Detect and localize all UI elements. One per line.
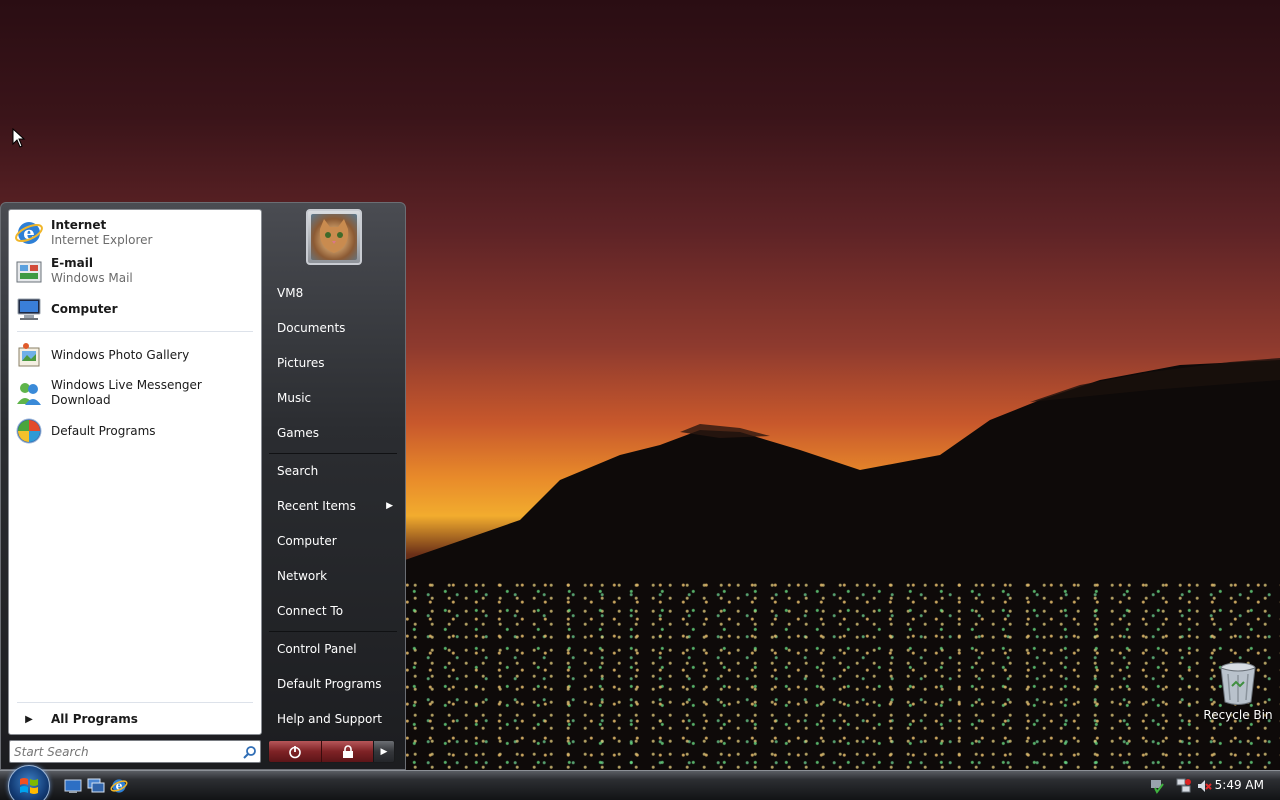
default-programs-icon: [13, 415, 45, 447]
right-pane-label: Search: [277, 464, 319, 478]
right-pane-label: Default Programs: [277, 677, 382, 691]
pinned-item-computer[interactable]: Computer: [13, 291, 257, 327]
tray-safely-remove-hardware[interactable]: [1148, 777, 1166, 795]
arrow-right-icon: ▶: [380, 746, 388, 757]
power-button[interactable]: [269, 741, 321, 762]
right-pane-label: Computer: [277, 534, 337, 548]
right-pane-games[interactable]: Games: [269, 419, 399, 447]
all-programs-button[interactable]: ▶ All Programs: [13, 708, 257, 730]
chevron-right-icon: ▶: [386, 501, 393, 511]
right-pane-label: Music: [277, 391, 312, 405]
switch-windows-button[interactable]: [86, 776, 106, 796]
pinned-item-internet[interactable]: e Internet Internet Explorer: [13, 215, 257, 251]
right-pane-control-panel[interactable]: Control Panel: [269, 635, 399, 663]
lock-button[interactable]: [321, 741, 373, 762]
pinned-item-title: Computer: [51, 301, 118, 316]
right-pane-label: Connect To: [277, 604, 344, 618]
search-icon[interactable]: [240, 742, 260, 762]
right-pane-music[interactable]: Music: [269, 384, 399, 412]
all-programs-separator: [17, 702, 253, 703]
right-pane-label: Recent Items: [277, 499, 356, 513]
switch-windows-icon: [87, 778, 105, 793]
right-pane-network[interactable]: Network: [269, 562, 399, 590]
recent-item-title: Windows Live Messenger Download: [51, 378, 202, 407]
computer-icon: [13, 293, 45, 325]
show-desktop-icon: [64, 779, 82, 793]
right-pane-recent-items[interactable]: Recent Items ▶: [269, 492, 399, 520]
pinned-item-email[interactable]: E-mail Windows Mail: [13, 253, 257, 289]
messenger-icon: [13, 377, 45, 409]
right-pane-computer[interactable]: Computer: [269, 527, 399, 555]
power-icon: [289, 745, 301, 758]
right-pane-pictures[interactable]: Pictures: [269, 349, 399, 377]
city-lights: [405, 580, 1280, 770]
cat-avatar-icon: [311, 214, 357, 260]
start-menu: e Internet Internet Explorer E-mail Wind…: [0, 202, 406, 770]
start-menu-programs-pane: e Internet Internet Explorer E-mail Wind…: [8, 209, 262, 735]
taskbar: e 5:49 AM: [0, 765, 1280, 800]
right-pane-label: Help and Support: [277, 712, 382, 726]
start-search-box[interactable]: [9, 740, 261, 763]
pinned-separator: [17, 331, 253, 332]
windows-mail-icon: [13, 255, 45, 287]
recycle-bin[interactable]: Recycle Bin: [1203, 660, 1273, 730]
right-pane-connect-to[interactable]: Connect To: [269, 597, 399, 625]
right-pane-label: VM8: [277, 286, 304, 300]
internet-explorer-icon: e: [110, 779, 128, 793]
right-pane-label: Control Panel: [277, 642, 357, 656]
right-pane-label: Pictures: [277, 356, 325, 370]
taskbar-clock[interactable]: 5:49 AM: [1215, 778, 1264, 792]
start-button[interactable]: [8, 765, 50, 800]
pinned-item-title: Internet: [51, 218, 107, 232]
right-pane-default-programs[interactable]: Default Programs: [269, 670, 399, 698]
safely-remove-hardware-icon: [1151, 780, 1164, 794]
recent-item-photo-gallery[interactable]: Windows Photo Gallery: [13, 337, 257, 373]
power-button-group: ▶: [268, 740, 395, 763]
right-pane-documents[interactable]: Documents: [269, 314, 399, 342]
recent-item-messenger[interactable]: Windows Live Messenger Download: [13, 375, 257, 411]
internet-explorer-icon: e: [13, 217, 45, 249]
tray-network[interactable]: [1175, 777, 1193, 795]
recent-item-title: Windows Photo Gallery: [51, 347, 190, 362]
right-pane-label: Network: [277, 569, 328, 583]
right-pane-search[interactable]: Search: [269, 457, 399, 485]
tray-volume[interactable]: [1195, 777, 1213, 795]
recycle-bin-label: Recycle Bin: [1203, 708, 1273, 722]
recent-item-title: Default Programs: [51, 423, 156, 438]
right-pane-separator: [269, 453, 397, 454]
right-pane-label: Games: [277, 426, 319, 440]
right-pane-user-folder[interactable]: VM8: [269, 279, 399, 307]
lock-icon: [342, 744, 353, 758]
mouse-cursor-icon: [12, 128, 26, 148]
pinned-item-subtitle: Internet Explorer: [51, 233, 153, 247]
quick-launch-internet-explorer[interactable]: e: [109, 776, 129, 796]
windows-logo-icon: [20, 778, 38, 794]
pinned-item-subtitle: Windows Mail: [51, 271, 133, 285]
volume-muted-icon: [1198, 780, 1212, 792]
network-icon: [1176, 778, 1191, 793]
chevron-right-icon: ▶: [25, 713, 33, 725]
all-programs-label: All Programs: [51, 712, 138, 726]
right-pane-help-and-support[interactable]: Help and Support: [269, 705, 399, 733]
photo-gallery-icon: [13, 339, 45, 371]
right-pane-separator: [269, 631, 397, 632]
pinned-item-title: E-mail: [51, 256, 94, 270]
show-desktop-button[interactable]: [63, 776, 83, 796]
start-search-input[interactable]: [10, 742, 240, 761]
recycle-bin-icon: [1220, 662, 1256, 705]
user-avatar[interactable]: [306, 209, 362, 265]
shutdown-options-button[interactable]: ▶: [373, 741, 394, 762]
recent-item-default-programs[interactable]: Default Programs: [13, 413, 257, 449]
right-pane-label: Documents: [277, 321, 346, 335]
